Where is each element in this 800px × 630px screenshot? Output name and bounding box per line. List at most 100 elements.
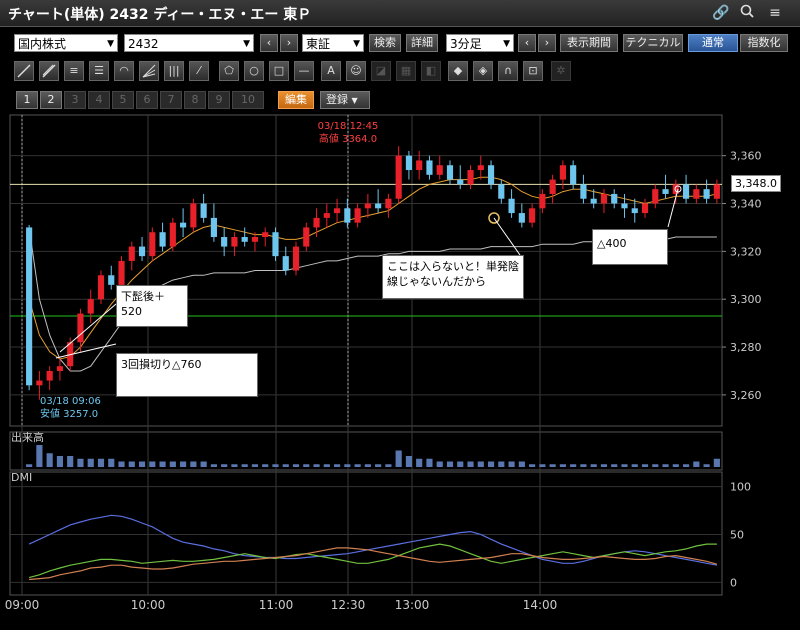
page-10-button[interactable]: 10 xyxy=(232,91,264,109)
candle-body xyxy=(323,213,330,218)
settings-tool-icon[interactable]: ✲ xyxy=(551,61,571,81)
candle-body xyxy=(631,208,638,214)
candle-body xyxy=(498,184,505,199)
volume-bar xyxy=(641,464,649,467)
fan-tool-icon[interactable] xyxy=(139,61,159,81)
gann-tool-icon[interactable]: ⁄ xyxy=(189,61,209,81)
volume-bar xyxy=(128,461,135,467)
interval-select[interactable]: 3分足 ▼ xyxy=(446,34,514,52)
candle-body xyxy=(241,237,248,242)
code-input[interactable]: 2432 ▼ xyxy=(124,34,254,52)
index-mode-button[interactable]: 指数化 xyxy=(740,34,788,52)
next-button[interactable]: › xyxy=(280,34,298,52)
technical-button[interactable]: テクニカル xyxy=(623,34,683,52)
interval-prev-button[interactable]: ‹ xyxy=(518,34,536,52)
parallel-lines-tool-icon[interactable]: ≡ xyxy=(64,61,84,81)
volume-bar xyxy=(36,445,43,467)
magnet-tool-icon[interactable]: ∩ xyxy=(498,61,518,81)
candle-body xyxy=(662,189,669,194)
display-period-button[interactable]: 表示期間 xyxy=(560,34,618,52)
ray-tool-icon[interactable] xyxy=(39,61,59,81)
icon-tool-icon[interactable]: ☺ xyxy=(346,61,366,81)
normal-mode-button[interactable]: 通常 xyxy=(688,34,738,52)
volume-bar xyxy=(580,464,587,467)
channel-tool-icon[interactable]: ☰ xyxy=(89,61,109,81)
tool-15-icon[interactable]: ◪ xyxy=(371,61,391,81)
interval-next-button[interactable]: › xyxy=(538,34,556,52)
x-tick-label: 11:00 xyxy=(259,598,294,612)
volume-bar xyxy=(508,461,515,467)
dmi-series-3 xyxy=(29,547,718,581)
volume-bar xyxy=(292,464,300,467)
volume-bar xyxy=(323,464,330,467)
tool-17-icon[interactable]: ◧ xyxy=(421,61,441,81)
candle-body xyxy=(549,179,556,194)
note-box-2[interactable]: 3回損切り△760 xyxy=(116,353,258,397)
candle-body xyxy=(190,203,197,228)
y-tick-label: 3,360 xyxy=(730,150,762,163)
note-box-3[interactable]: ここは入らないと！単発陰線じゃないんだから xyxy=(382,255,524,299)
search-button[interactable]: 検索 xyxy=(369,34,401,52)
candle-body xyxy=(477,165,484,171)
lock-tool-icon[interactable]: ⊡ xyxy=(523,61,543,81)
page-5-button[interactable]: 5 xyxy=(112,91,134,109)
page-9-button[interactable]: 9 xyxy=(208,91,230,109)
pentagon-tool-icon[interactable]: ⬠ xyxy=(219,61,239,81)
candle-body xyxy=(46,370,53,381)
page-1-button[interactable]: 1 xyxy=(16,91,38,109)
rectangle-tool-icon[interactable]: □ xyxy=(269,61,289,81)
chevron-down-icon: ▼ xyxy=(503,39,510,49)
trendline-tool-icon[interactable] xyxy=(14,61,34,81)
menu-icon[interactable]: ≡ xyxy=(766,4,784,22)
volume-bar xyxy=(487,461,495,467)
note-2-connector xyxy=(55,343,117,359)
x-tick-label: 12:30 xyxy=(331,598,366,612)
candle-body xyxy=(693,189,700,199)
volume-bar xyxy=(395,450,402,467)
note-1-text: 下髭後＋520 xyxy=(121,290,165,318)
exchange-select[interactable]: 東証 ▼ xyxy=(302,34,364,52)
market-select[interactable]: 国内株式 ▼ xyxy=(14,34,118,52)
candle-body xyxy=(600,193,608,204)
chevron-down-icon: ▼ xyxy=(107,39,114,49)
edit-button[interactable]: 編集 xyxy=(278,91,314,109)
circle-tool-icon[interactable]: ○ xyxy=(244,61,264,81)
note-box-4[interactable]: △400 xyxy=(592,229,668,265)
volume-bar xyxy=(149,461,156,467)
candle-body xyxy=(272,232,279,257)
candle-body xyxy=(416,160,423,171)
vertical-lines-tool-icon[interactable]: ||| xyxy=(164,61,184,81)
page-2-button[interactable]: 2 xyxy=(40,91,62,109)
page-6-button[interactable]: 6 xyxy=(136,91,158,109)
candle-body xyxy=(405,155,413,171)
page-4-button[interactable]: 4 xyxy=(88,91,110,109)
volume-bar xyxy=(138,461,146,467)
eraser-tool-icon[interactable]: ◆ xyxy=(448,61,468,81)
link-icon[interactable]: 🔗 xyxy=(712,4,730,22)
eraser-all-tool-icon[interactable]: ◈ xyxy=(473,61,493,81)
current-price-label: 3,348.0 xyxy=(731,175,781,192)
tool-16-icon[interactable]: ▦ xyxy=(396,61,416,81)
page-8-button[interactable]: 8 xyxy=(184,91,206,109)
register-button[interactable]: 登録 ▼ xyxy=(320,91,370,109)
y-tick-label: 3,340 xyxy=(730,198,762,211)
volume-bar xyxy=(672,464,679,467)
page-3-button[interactable]: 3 xyxy=(64,91,86,109)
candle-body xyxy=(611,193,618,204)
note-box-1[interactable]: 下髭後＋520 xyxy=(116,285,188,327)
chevron-down-icon: ▼ xyxy=(243,39,250,49)
prev-button[interactable]: ‹ xyxy=(260,34,278,52)
search-icon[interactable] xyxy=(738,4,756,22)
volume-bar xyxy=(529,464,536,467)
page-7-button[interactable]: 7 xyxy=(160,91,182,109)
arc-tool-icon[interactable]: ◠ xyxy=(114,61,134,81)
text-tool-icon[interactable]: A xyxy=(321,61,341,81)
hline-tool-icon[interactable]: — xyxy=(294,61,314,81)
volume-bar xyxy=(272,464,279,467)
detail-button[interactable]: 詳細 xyxy=(406,34,438,52)
note-4-text: △400 xyxy=(597,237,627,250)
volume-bar xyxy=(354,464,361,467)
volume-bar xyxy=(313,464,320,467)
volume-bar xyxy=(590,464,597,467)
candle-body xyxy=(559,165,566,180)
